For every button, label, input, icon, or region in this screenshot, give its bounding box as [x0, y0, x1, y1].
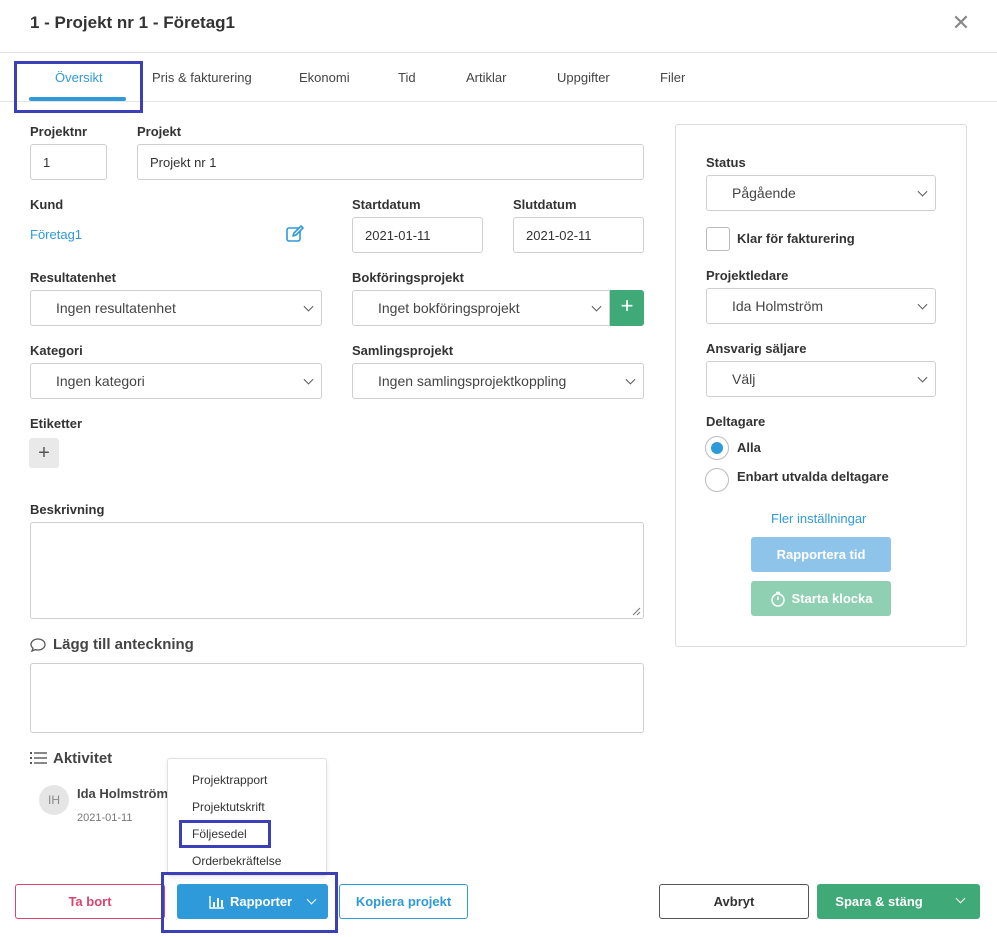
ansvarig-saljare-value: Välj [732, 371, 756, 387]
avatar: IH [39, 785, 69, 815]
bokforingsprojekt-value: Inget bokföringsprojekt [378, 300, 520, 316]
etiketter-label: Etiketter [30, 416, 83, 431]
chevron-down-icon [625, 374, 636, 385]
projektnr-label: Projektnr [30, 124, 88, 139]
deltagare-alla-label: Alla [737, 440, 761, 455]
chevron-down-icon [917, 186, 928, 197]
deltagare-utvalda-label: Enbart utvalda deltagare [737, 469, 889, 484]
menu-item-projektrapport[interactable]: Projektrapport [192, 773, 267, 787]
deltagare-utvalda-radio[interactable] [705, 468, 729, 492]
tabs-divider [0, 101, 997, 102]
tab-artiklar[interactable]: Artiklar [466, 70, 506, 85]
projektledare-label: Projektledare [706, 268, 789, 283]
anteckning-heading: Lägg till anteckning [53, 636, 194, 653]
status-select[interactable]: Pågående [706, 175, 936, 211]
stopwatch-icon [770, 591, 785, 607]
samlingsprojekt-value: Ingen samlingsprojektkoppling [378, 373, 567, 389]
chevron-down-icon [303, 374, 314, 385]
ansvarig-saljare-label: Ansvarig säljare [706, 341, 807, 356]
projekt-input[interactable]: Projekt nr 1 [137, 144, 644, 180]
status-value: Pågående [732, 185, 796, 201]
kopiera-projekt-button[interactable]: Kopiera projekt [339, 884, 468, 919]
deltagare-label: Deltagare [706, 414, 766, 429]
menu-item-projektutskrift[interactable]: Projektutskrift [192, 800, 265, 814]
projektledare-value: Ida Holmström [732, 298, 824, 314]
aktivitet-heading: Aktivitet [53, 750, 113, 767]
spara-options-button[interactable] [941, 884, 980, 919]
kund-label: Kund [30, 197, 64, 212]
chevron-down-icon [955, 893, 966, 904]
rapporter-label: Rapporter [230, 894, 293, 909]
klar-for-fakturering-checkbox[interactable] [706, 227, 730, 251]
kund-link[interactable]: Företag1 [30, 227, 82, 242]
highlight-foljesedel [179, 820, 271, 848]
menu-item-orderbekraftelse[interactable]: Orderbekräftelse [192, 854, 281, 868]
starta-klocka-label: Starta klocka [791, 591, 873, 606]
resultatenhet-select[interactable]: Ingen resultatenhet [30, 290, 322, 326]
startdatum-input[interactable]: 2021-01-11 [352, 217, 483, 253]
beskrivning-textarea[interactable] [30, 522, 644, 619]
chevron-down-icon [917, 372, 928, 383]
samlingsprojekt-label: Samlingsprojekt [352, 343, 454, 358]
projektnr-input[interactable]: 1 [30, 144, 107, 180]
highlight-tab-oversikt [14, 61, 143, 113]
projektledare-select[interactable]: Ida Holmström [706, 288, 936, 324]
header-divider [0, 52, 997, 53]
fler-installningar-link[interactable]: Fler inställningar [771, 511, 866, 526]
starta-klocka-button[interactable]: Starta klocka [751, 581, 891, 616]
slutdatum-label: Slutdatum [513, 197, 577, 212]
tab-tid[interactable]: Tid [398, 70, 416, 85]
chevron-down-icon [917, 299, 928, 310]
activity-user-name: Ida Holmström [77, 786, 169, 801]
chevron-down-icon [303, 301, 314, 312]
kategori-label: Kategori [30, 343, 83, 358]
slutdatum-input[interactable]: 2021-02-11 [513, 217, 644, 253]
list-icon [30, 751, 47, 765]
close-icon[interactable]: ✕ [950, 12, 972, 34]
projekt-label: Projekt [137, 124, 182, 139]
add-etikett-button[interactable]: + [29, 438, 59, 468]
tab-ekonomi[interactable]: Ekonomi [299, 70, 350, 85]
bar-chart-icon [209, 895, 224, 909]
activity-date: 2021-01-11 [77, 812, 133, 824]
dialog-title: 1 - Projekt nr 1 - Företag1 [30, 13, 235, 32]
tab-filer[interactable]: Filer [660, 70, 685, 85]
rapporter-button[interactable]: Rapporter [177, 884, 328, 919]
kategori-value: Ingen kategori [56, 373, 145, 389]
ansvarig-saljare-select[interactable]: Välj [706, 361, 936, 397]
chevron-down-icon [591, 301, 602, 312]
comment-icon [30, 637, 46, 653]
beskrivning-label: Beskrivning [30, 502, 105, 517]
spara-stang-button[interactable]: Spara & stäng [817, 884, 941, 919]
bokforingsprojekt-label: Bokföringsprojekt [352, 270, 464, 285]
startdatum-label: Startdatum [352, 197, 421, 212]
resize-handle-icon[interactable] [632, 607, 641, 616]
tab-pris-fakturering[interactable]: Pris & fakturering [152, 70, 252, 85]
samlingsprojekt-select[interactable]: Ingen samlingsprojektkoppling [352, 363, 644, 399]
deltagare-alla-radio[interactable] [705, 436, 729, 460]
status-label: Status [706, 155, 746, 170]
klar-for-fakturering-label: Klar för fakturering [737, 231, 855, 246]
delete-button[interactable]: Ta bort [15, 884, 165, 919]
resultatenhet-value: Ingen resultatenhet [56, 300, 176, 316]
anteckning-textarea[interactable] [30, 663, 644, 733]
tab-uppgifter[interactable]: Uppgifter [557, 70, 610, 85]
chevron-down-icon [306, 894, 317, 905]
add-bokforingsprojekt-button[interactable]: + [610, 290, 644, 326]
edit-icon[interactable] [285, 224, 305, 244]
avbryt-button[interactable]: Avbryt [659, 884, 809, 919]
resultatenhet-label: Resultatenhet [30, 270, 116, 285]
kategori-select[interactable]: Ingen kategori [30, 363, 322, 399]
rapportera-tid-button[interactable]: Rapportera tid [751, 537, 891, 572]
bokforingsprojekt-select[interactable]: Inget bokföringsprojekt [352, 290, 610, 326]
